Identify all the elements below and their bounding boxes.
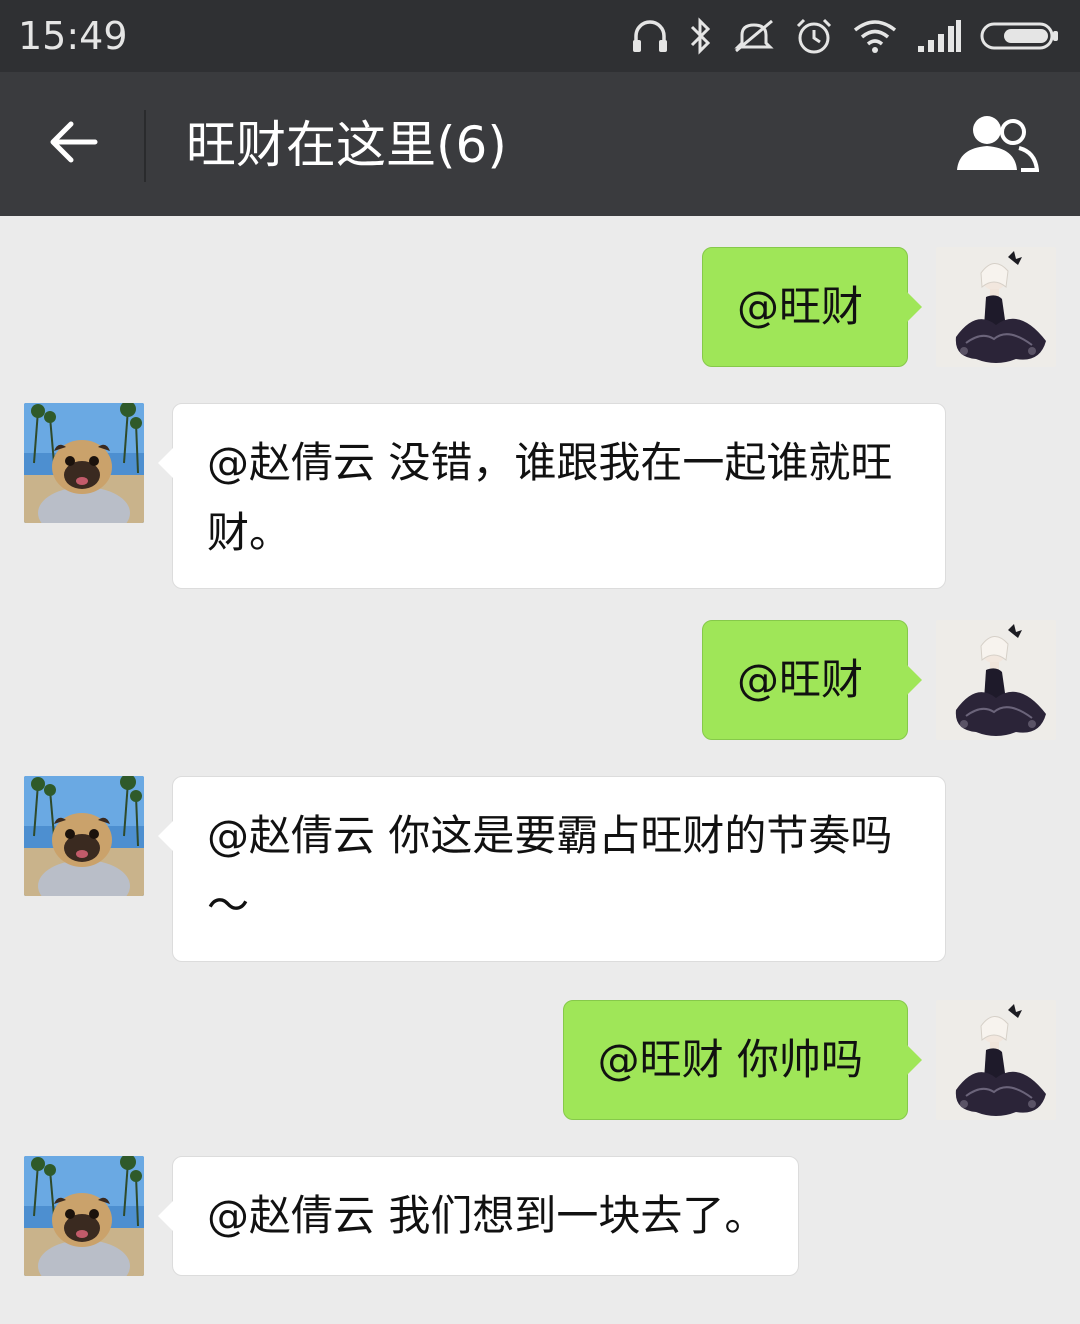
message-bubble[interactable]: @旺财 [701,620,923,740]
pug-avatar[interactable] [24,403,144,523]
message-text: @旺财 [736,655,863,704]
alarm-icon [794,16,834,56]
pug-avatar[interactable] [24,776,144,896]
message-outgoing: @旺财 你帅吗 [0,1000,1080,1120]
message-text: @赵倩云 我们想到一块去了。 [207,1191,767,1240]
ballerina-avatar[interactable] [936,620,1056,740]
pug-avatar[interactable] [24,1156,144,1276]
status-icons [630,14,1060,58]
bluetooth-icon [688,17,714,55]
message-outgoing: @旺财 [0,247,1080,367]
message-bubble[interactable]: @旺财 你帅吗 [562,1000,923,1120]
back-arrow-icon [45,118,99,170]
status-bar: 15:49 [0,0,1080,72]
ballerina-avatar[interactable] [936,1000,1056,1120]
message-text: @旺财 [736,282,863,331]
status-time: 15:49 [18,14,128,58]
message-incoming: @赵倩云 没错，谁跟我在一起谁就旺财。 [0,403,1080,589]
message-text: @旺财 你帅吗 [597,1035,863,1084]
message-text: @赵倩云 没错，谁跟我在一起谁就旺财。 [207,438,893,557]
group-members-button[interactable] [954,112,1040,176]
title-divider [144,110,146,182]
chat-area[interactable]: @旺财 @赵倩云 没错，谁跟我在一起谁就旺财。 @旺财 @赵倩云 你这是要霸占旺… [0,216,1080,1324]
message-bubble[interactable]: @旺财 [701,247,923,367]
battery-icon [980,21,1060,51]
back-button[interactable] [40,112,104,176]
message-bubble[interactable]: @赵倩云 我们想到一块去了。 [157,1156,800,1276]
mute-icon [732,17,776,55]
headphones-icon [630,18,670,54]
message-outgoing: @旺财 [0,620,1080,740]
signal-icon [916,18,962,54]
message-incoming: @赵倩云 你这是要霸占旺财的节奏吗～ [0,776,1080,962]
chat-header: 旺财在这里(6) [0,72,1080,216]
wifi-icon [852,18,898,54]
ballerina-avatar[interactable] [936,247,1056,367]
message-bubble[interactable]: @赵倩云 没错，谁跟我在一起谁就旺财。 [158,403,946,589]
message-text: @赵倩云 你这是要霸占旺财的节奏吗～ [207,811,893,930]
message-bubble[interactable]: @赵倩云 你这是要霸占旺财的节奏吗～ [158,776,946,962]
message-incoming: @赵倩云 我们想到一块去了。 [0,1156,1080,1276]
chat-title: 旺财在这里(6) [186,116,507,174]
group-members-icon [955,112,1040,176]
